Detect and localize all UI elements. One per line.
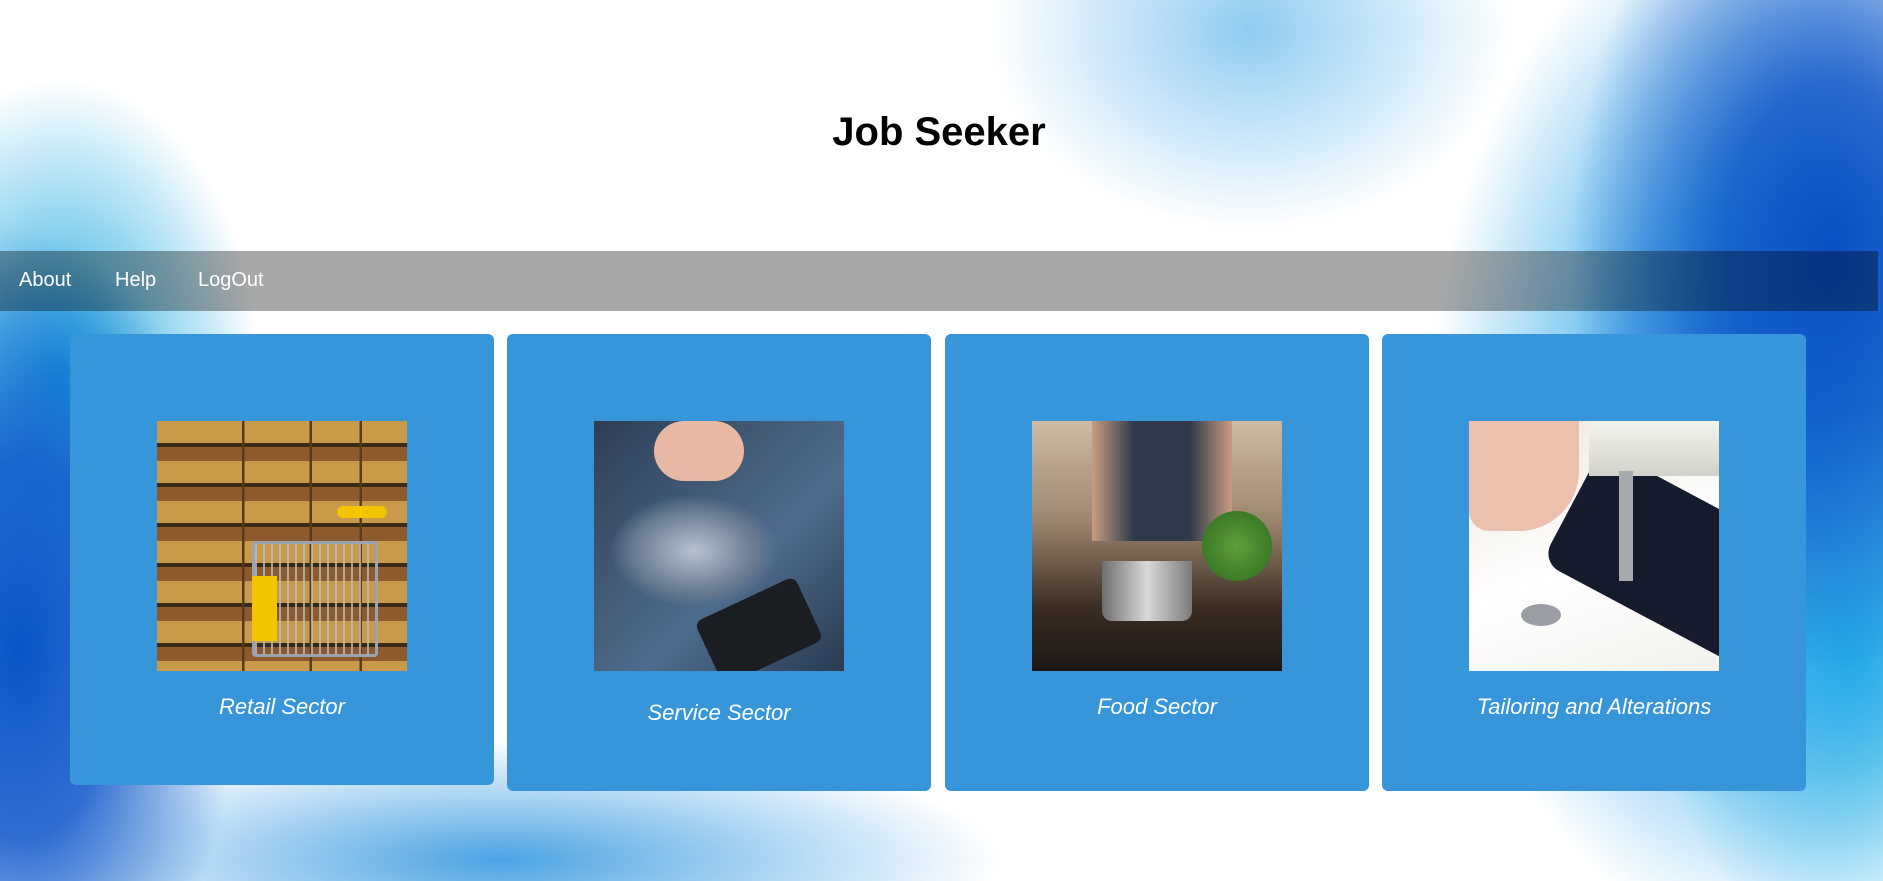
nav-bar: About Help LogOut bbox=[0, 251, 1878, 311]
needle-shape bbox=[1619, 471, 1633, 581]
card-label[interactable]: Tailoring and Alterations bbox=[1382, 694, 1806, 720]
hand-shape bbox=[1469, 421, 1579, 531]
card-label[interactable]: Food Sector bbox=[945, 694, 1369, 720]
cart-handle-shape bbox=[337, 506, 387, 518]
pot-shape bbox=[1102, 561, 1192, 621]
sewing-machine-shape bbox=[1589, 421, 1719, 476]
card-food-sector[interactable]: Food Sector bbox=[945, 334, 1369, 791]
tailoring-image[interactable] bbox=[1469, 421, 1719, 671]
phone-shape bbox=[694, 576, 824, 671]
card-retail-sector[interactable]: Retail Sector bbox=[70, 334, 494, 785]
service-sector-image[interactable] bbox=[594, 421, 844, 671]
card-label[interactable]: Service Sector bbox=[507, 700, 931, 726]
food-sector-image[interactable] bbox=[1032, 421, 1282, 671]
nav-help-link[interactable]: Help bbox=[115, 269, 156, 292]
plate-disc-shape bbox=[1521, 604, 1561, 626]
card-tailoring-and-alterations[interactable]: Tailoring and Alterations bbox=[1382, 334, 1806, 791]
page-title: Job Seeker bbox=[832, 110, 1046, 154]
nav-logout-link[interactable]: LogOut bbox=[198, 269, 264, 292]
nav-about-link[interactable]: About bbox=[19, 269, 71, 292]
hand-shape bbox=[654, 421, 744, 481]
card-service-sector[interactable]: Service Sector bbox=[507, 334, 931, 791]
cart-plate-shape bbox=[252, 576, 277, 641]
plant-shape bbox=[1202, 511, 1272, 581]
retail-sector-image[interactable] bbox=[157, 421, 407, 671]
card-label[interactable]: Retail Sector bbox=[70, 694, 494, 720]
